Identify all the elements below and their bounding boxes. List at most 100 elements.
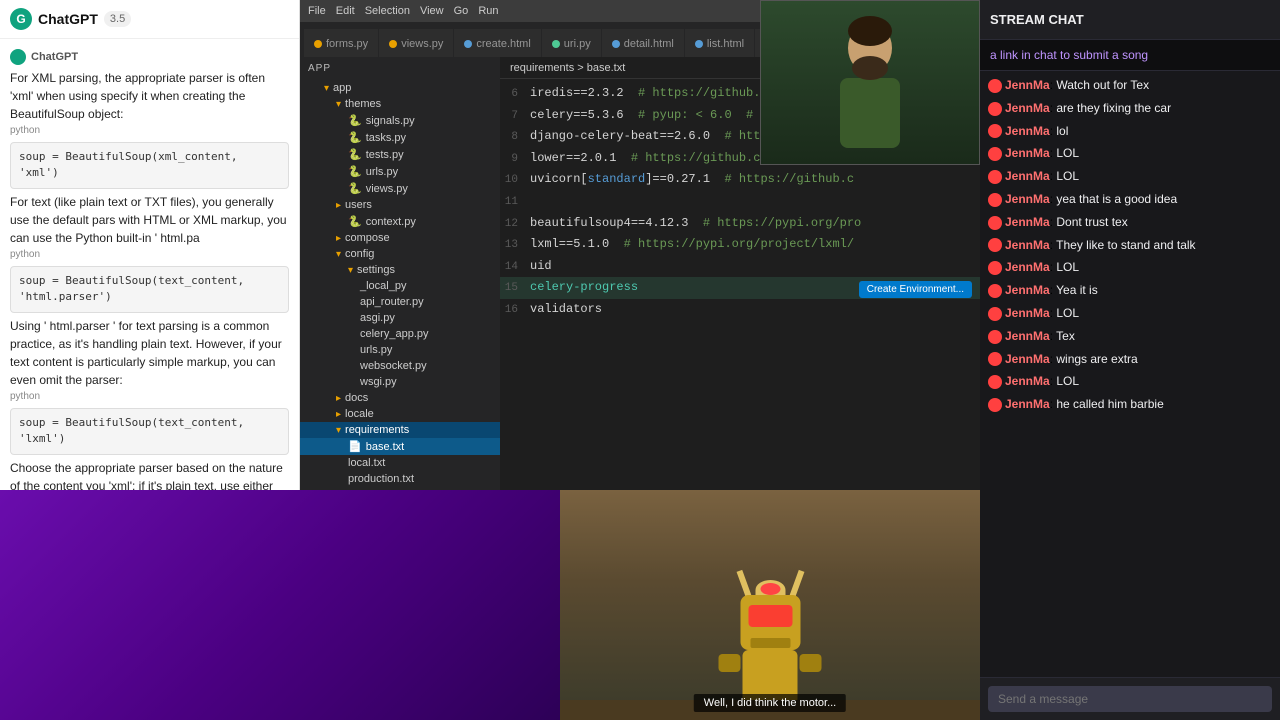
line-num-8: 8 bbox=[500, 129, 530, 147]
file-icon-tests: 🐍 bbox=[348, 148, 362, 161]
line-content-11 bbox=[530, 192, 537, 211]
chat-badge-5 bbox=[988, 193, 1002, 207]
tab-detail-html[interactable]: detail.html bbox=[602, 29, 684, 57]
chat-username-7: JennMa bbox=[1005, 238, 1050, 252]
vscode-menu: File Edit Selection View Go Run bbox=[308, 5, 499, 17]
sidebar-item-urls2[interactable]: urls.py bbox=[300, 342, 500, 358]
chat-messages-list: JennMa: Watch out for TexJennMa: are the… bbox=[980, 71, 1280, 677]
robot-shoulder-left bbox=[719, 654, 741, 672]
tab-label-views: views.py bbox=[401, 38, 443, 50]
sidebar-item-asgi[interactable]: asgi.py bbox=[300, 310, 500, 326]
sidebar-item-local-txt[interactable]: local.txt bbox=[300, 455, 500, 471]
code-line-13: 13 lxml==5.1.0 # https://pypi.org/projec… bbox=[500, 234, 980, 256]
menu-run[interactable]: Run bbox=[478, 5, 498, 17]
menu-view[interactable]: View bbox=[420, 5, 444, 17]
tab-uri-py[interactable]: uri.py bbox=[542, 29, 601, 57]
chat-announcement: a link in chat to submit a song bbox=[980, 40, 1280, 71]
chat-message-11: JennMa: Tex bbox=[988, 328, 1272, 345]
chat-message-6: JennMa: Dont trust tex bbox=[988, 214, 1272, 231]
game-subtitle: Well, I did think the motor... bbox=[694, 694, 846, 712]
sidebar-item-tasks[interactable]: 🐍 tasks.py bbox=[300, 129, 500, 146]
chatgpt-title: ChatGPT bbox=[38, 11, 98, 27]
line-num-10: 10 bbox=[500, 172, 530, 190]
tab-views-py[interactable]: views.py bbox=[379, 29, 453, 57]
file-icon-context: 🐍 bbox=[348, 215, 362, 228]
tab-dot-views bbox=[389, 40, 397, 48]
chat-message-2: JennMa: lol bbox=[988, 123, 1272, 140]
line-content-16: validators bbox=[530, 300, 602, 319]
code-block-2: soup = BeautifulSoup(text_content, 'html… bbox=[10, 266, 289, 313]
sidebar-item-settings[interactable]: ▾ settings bbox=[300, 262, 500, 278]
menu-edit[interactable]: Edit bbox=[336, 5, 355, 17]
folder-icon-requirements: ▾ bbox=[336, 425, 341, 436]
chat-message-9: JennMa: Yea it is bbox=[988, 282, 1272, 299]
chat-message-8: JennMa: LOL bbox=[988, 259, 1272, 276]
create-environment-button[interactable]: Create Environment... bbox=[859, 281, 972, 298]
vscode-sidebar: APP ▾ app ▾ themes 🐍 signals.py 🐍 tasks.… bbox=[300, 57, 500, 513]
menu-go[interactable]: Go bbox=[454, 5, 469, 17]
tab-list-html[interactable]: list.html bbox=[685, 29, 754, 57]
sidebar-item-docs[interactable]: ▸ docs bbox=[300, 390, 500, 406]
line-num-14: 14 bbox=[500, 259, 530, 277]
robot-shoulder-right bbox=[800, 654, 822, 672]
line-content-10: uvicorn[standard]==0.27.1 # https://gith… bbox=[530, 170, 854, 189]
line-num-7: 7 bbox=[500, 108, 530, 126]
line-content-15: celery-progress bbox=[530, 278, 638, 297]
game-area: Well, I did think the motor... bbox=[560, 490, 980, 720]
code-line-14: 14 uid bbox=[500, 256, 980, 278]
line-num-15: 15 bbox=[500, 280, 530, 298]
sidebar-item-users[interactable]: ▸ users bbox=[300, 197, 500, 213]
tab-label-create: create.html bbox=[476, 38, 530, 50]
menu-selection[interactable]: Selection bbox=[365, 5, 410, 17]
chat-badge-3 bbox=[988, 147, 1002, 161]
chat-message-5: JennMa: yea that is a good idea bbox=[988, 191, 1272, 208]
line-num-13: 13 bbox=[500, 237, 530, 255]
sidebar-item-base-txt[interactable]: 📄 base.txt bbox=[300, 438, 500, 455]
sidebar-item-localpy[interactable]: _local_py bbox=[300, 278, 500, 294]
tab-dot-forms bbox=[314, 40, 322, 48]
sidebar-item-locale[interactable]: ▸ locale bbox=[300, 406, 500, 422]
robot-jaw bbox=[750, 638, 790, 648]
tab-forms-py[interactable]: forms.py bbox=[304, 29, 378, 57]
chat-text-2: lol bbox=[1056, 124, 1068, 138]
sidebar-item-themes[interactable]: ▾ themes bbox=[300, 96, 500, 112]
sidebar-item-app[interactable]: ▾ app bbox=[300, 80, 500, 96]
chat-text-13: LOL bbox=[1056, 374, 1079, 388]
tab-label-list: list.html bbox=[707, 38, 744, 50]
sidebar-item-production-txt[interactable]: production.txt bbox=[300, 471, 500, 487]
tab-dot-uri bbox=[552, 40, 560, 48]
sidebar-item-tests[interactable]: 🐍 tests.py bbox=[300, 146, 500, 163]
sidebar-item-compose[interactable]: ▸ compose bbox=[300, 230, 500, 246]
chat-message-12: JennMa: wings are extra bbox=[988, 351, 1272, 368]
sidebar-item-views[interactable]: 🐍 views.py bbox=[300, 180, 500, 197]
line-content-14: uid bbox=[530, 257, 552, 276]
chat-message-10: JennMa: LOL bbox=[988, 305, 1272, 322]
sidebar-item-signals[interactable]: 🐍 signals.py bbox=[300, 112, 500, 129]
halo-logo-red bbox=[760, 583, 780, 595]
sidebar-item-config[interactable]: ▾ config bbox=[300, 246, 500, 262]
sidebar-item-urls[interactable]: 🐍 urls.py bbox=[300, 163, 500, 180]
menu-file[interactable]: File bbox=[308, 5, 326, 17]
sidebar-item-celery-app[interactable]: celery_app.py bbox=[300, 326, 500, 342]
sidebar-item-requirements[interactable]: ▾ requirements bbox=[300, 422, 500, 438]
chat-input[interactable] bbox=[988, 686, 1272, 712]
sidebar-item-wsgi[interactable]: wsgi.py bbox=[300, 374, 500, 390]
chat-message-7: JennMa: They like to stand and talk bbox=[988, 237, 1272, 254]
twitch-chat-panel: STREAM CHAT a link in chat to submit a s… bbox=[980, 0, 1280, 720]
sidebar-item-websocket[interactable]: websocket.py bbox=[300, 358, 500, 374]
sidebar-item-api-router[interactable]: api_router.py bbox=[300, 294, 500, 310]
chat-text-14: he called him barbie bbox=[1056, 397, 1163, 411]
robot-visor bbox=[748, 605, 792, 627]
chat-username-14: JennMa bbox=[1005, 397, 1050, 411]
chat-text-11: Tex bbox=[1056, 329, 1075, 343]
tab-create-html[interactable]: create.html bbox=[454, 29, 540, 57]
chatgpt-version-badge[interactable]: 3.5 bbox=[104, 11, 131, 27]
chat-username-8: JennMa bbox=[1005, 260, 1050, 274]
line-content-13: lxml==5.1.0 # https://pypi.org/project/l… bbox=[530, 235, 854, 254]
chat-username-2: JennMa bbox=[1005, 124, 1050, 138]
chat-text-0: Watch out for Tex bbox=[1056, 78, 1149, 92]
robot-head bbox=[740, 595, 800, 650]
line-num-6: 6 bbox=[500, 86, 530, 104]
sidebar-item-contextpy[interactable]: 🐍 context.py bbox=[300, 213, 500, 230]
chat-badge-2 bbox=[988, 124, 1002, 138]
